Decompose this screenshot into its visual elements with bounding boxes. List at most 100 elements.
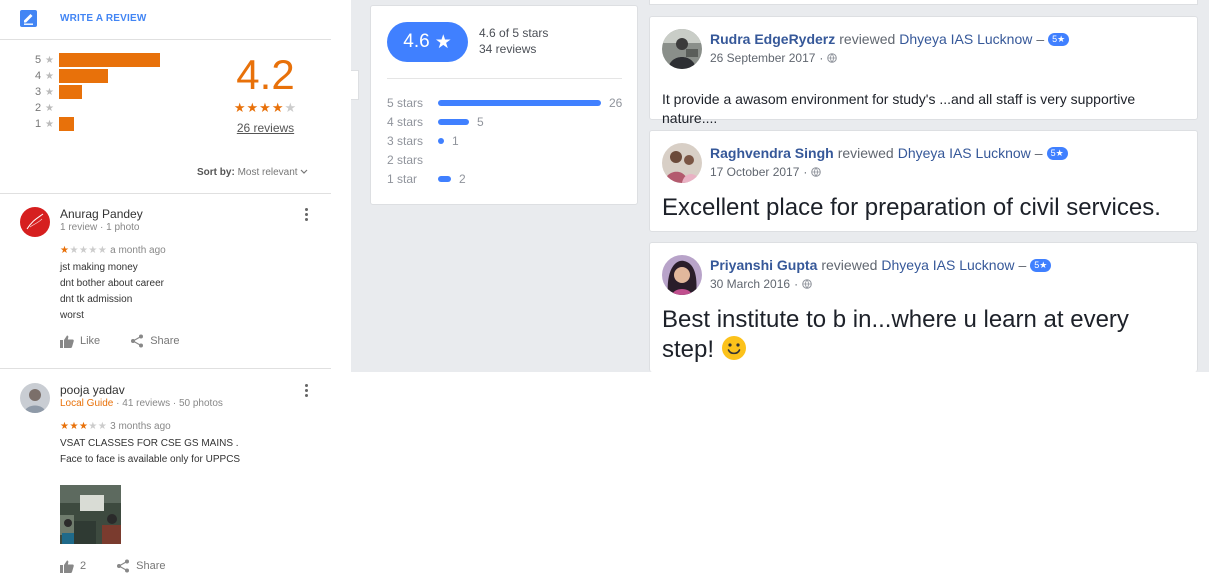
star-icon: ★ <box>97 245 108 256</box>
average-rating: 4.2 ★★★★★ 26 reviews <box>218 51 313 136</box>
more-vert-icon[interactable] <box>305 384 309 398</box>
post-date[interactable]: 26 September 2017 · <box>710 51 838 65</box>
star-icon: ★ <box>69 421 79 432</box>
post-header: Raghvendra Singh reviewed Dhyeya IAS Luc… <box>710 145 1068 161</box>
share-button[interactable]: Share <box>116 559 165 573</box>
breakdown-row[interactable]: 2 stars <box>387 152 438 168</box>
average-rating-value: 4.2 <box>236 51 295 98</box>
star-icon: ★ <box>69 245 79 256</box>
sort-dropdown[interactable]: Sort by: Most relevant <box>197 167 308 178</box>
star-icon: ★ <box>45 54 54 66</box>
divider <box>0 39 331 40</box>
breakdown-count: 5 <box>477 115 484 129</box>
histogram-row: 5 ★ <box>35 53 160 67</box>
review-stars: ★★★★★ <box>60 245 107 256</box>
star-icon: ★ <box>271 100 285 115</box>
breakdown-label: 2 stars <box>387 153 424 167</box>
facebook-reviews-area: 4.6 ★ 4.6 of 5 stars 34 reviews 5 stars 2… <box>351 0 1209 372</box>
review-item: pooja yadav Local Guide · 41 reviews · 5… <box>20 383 331 583</box>
star-icon: ★ <box>45 102 54 114</box>
avatar[interactable] <box>662 255 702 295</box>
star-icon: ★ <box>45 86 54 98</box>
page-link[interactable]: Dhyeya IAS Lucknow <box>881 257 1014 273</box>
breakdown-count: 1 <box>452 134 459 148</box>
rating-badge: 5★ <box>1048 32 1070 46</box>
share-button[interactable]: Share <box>130 334 180 348</box>
star-icon: ★ <box>434 31 452 53</box>
breakdown-row[interactable]: 5 stars 26 <box>387 95 622 111</box>
review-actions: 2 Share <box>60 559 195 573</box>
star-icon: ★ <box>284 100 298 115</box>
breakdown-label: 1 star <box>387 172 418 186</box>
avatar[interactable] <box>20 383 50 413</box>
breakdown-bar <box>438 138 444 144</box>
globe-icon <box>827 53 838 63</box>
reviewer-name[interactable]: Anurag Pandey <box>60 207 143 221</box>
star-icon: ★ <box>97 421 108 432</box>
post-date[interactable]: 17 October 2017 · <box>710 165 822 179</box>
chevron-down-icon <box>300 167 308 178</box>
histogram-bar <box>59 85 82 99</box>
breakdown-row[interactable]: 3 stars 1 <box>387 133 459 149</box>
review-rating-line: ★★★★★ a month ago <box>60 245 166 256</box>
share-icon <box>131 334 144 348</box>
reviewer-name[interactable]: Priyanshi Gupta <box>710 257 817 273</box>
reviewer-name[interactable]: Rudra EdgeRyderz <box>710 31 835 47</box>
reviews-count[interactable]: 34 reviews <box>479 42 536 56</box>
star-icon: ★ <box>78 421 89 432</box>
star-icon: ★ <box>246 100 260 115</box>
histogram-row: 1 ★ <box>35 117 74 131</box>
review-post: Priyanshi Gupta reviewed Dhyeya IAS Luck… <box>649 242 1198 372</box>
thumb-up-icon <box>60 335 74 348</box>
star-icon: ★ <box>78 245 89 256</box>
review-item: Anurag Pandey 1 review · 1 photo ★★★★★ a… <box>20 207 331 357</box>
review-time: a month ago <box>110 245 166 256</box>
smile-emoji-icon <box>721 336 746 360</box>
post-text: It provide a awasom environment for stud… <box>662 91 1136 126</box>
star-icon: ★ <box>45 118 54 130</box>
more-vert-icon[interactable] <box>305 208 309 222</box>
star-icon: ★ <box>259 100 272 115</box>
rating-badge: 4.6 ★ <box>387 22 468 62</box>
breakdown-row[interactable]: 1 star 2 <box>387 171 466 187</box>
histogram-row: 4 ★ <box>35 69 108 83</box>
post-date[interactable]: 30 March 2016 · <box>710 277 812 291</box>
previous-post-edge <box>649 0 1198 5</box>
write-review-link[interactable]: WRITE A REVIEW <box>20 8 147 28</box>
local-guide-badge: Local Guide <box>60 398 114 409</box>
thumb-up-icon <box>60 560 74 573</box>
reviewer-name[interactable]: Raghvendra Singh <box>710 145 834 161</box>
review-actions: Like Share <box>60 334 210 348</box>
like-button[interactable]: Like <box>60 335 100 348</box>
page-link[interactable]: Dhyeya IAS Lucknow <box>898 145 1031 161</box>
rating-text: 4.6 of 5 stars <box>479 26 549 40</box>
reviewer-meta: Local Guide · 41 reviews · 50 photos <box>60 398 223 409</box>
review-photo[interactable] <box>60 485 121 544</box>
histogram-bar <box>59 117 74 131</box>
histogram-row: 2 ★ <box>35 101 59 115</box>
breakdown-bar <box>438 176 451 182</box>
breakdown-bar <box>438 100 601 106</box>
page-link[interactable]: Dhyeya IAS Lucknow <box>899 31 1032 47</box>
reviews-count-link[interactable]: 26 reviews <box>218 121 313 135</box>
avatar[interactable] <box>20 207 50 237</box>
side-tab <box>351 70 359 100</box>
breakdown-row[interactable]: 4 stars 5 <box>387 114 484 130</box>
review-time: 3 months ago <box>110 421 171 432</box>
globe-icon <box>802 279 812 289</box>
divider <box>0 193 331 194</box>
post-text: Excellent place for preparation of civil… <box>662 194 1161 221</box>
star-icon: ★ <box>88 245 98 256</box>
histogram-star-label: 1 <box>35 118 42 130</box>
avatar[interactable] <box>662 143 702 183</box>
review-rating-line: ★★★★★ 3 months ago <box>60 421 171 432</box>
review-text: jst making money dnt bother about career… <box>60 262 164 321</box>
reviewer-name[interactable]: pooja yadav <box>60 383 125 397</box>
post-header: Rudra EdgeRyderz reviewed Dhyeya IAS Luc… <box>710 31 1070 47</box>
globe-icon <box>811 167 822 177</box>
like-button[interactable]: 2 <box>60 560 86 573</box>
share-icon <box>117 559 130 573</box>
edit-review-icon <box>20 9 37 27</box>
avatar[interactable] <box>662 29 702 69</box>
histogram-star-label: 5 <box>35 54 42 66</box>
